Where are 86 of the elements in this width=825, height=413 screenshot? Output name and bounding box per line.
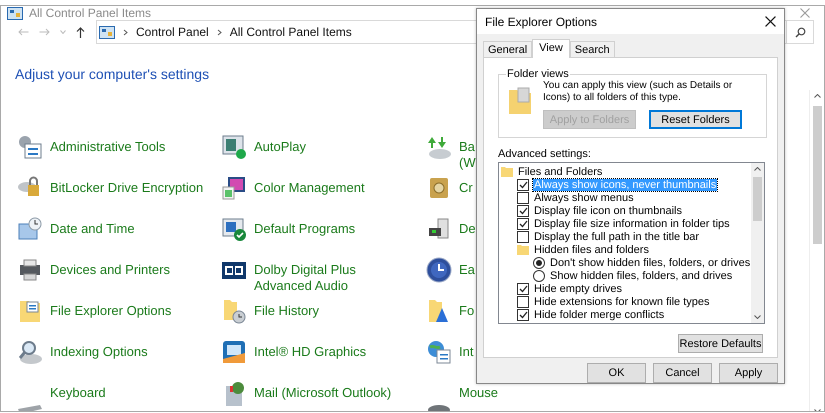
control-panel-link[interactable]: Intel® HD Graphics xyxy=(254,335,366,369)
checkbox[interactable] xyxy=(517,282,529,295)
scrollbar[interactable] xyxy=(809,90,824,411)
control-panel-link[interactable]: Default Programs xyxy=(254,212,356,246)
tree-item[interactable]: Files and Folders xyxy=(517,166,604,178)
scroll-down-icon[interactable] xyxy=(754,315,762,320)
control-panel-link[interactable]: BitLocker Drive Encryption xyxy=(50,171,204,205)
color-monitor-icon xyxy=(221,175,247,201)
folder-list-icon xyxy=(17,298,43,324)
radio-button[interactable] xyxy=(533,270,545,282)
reset-folders-button[interactable]: Reset Folders xyxy=(649,110,742,130)
control-panel-link[interactable]: Keyboard xyxy=(50,376,106,410)
control-panel-link[interactable]: Color Management xyxy=(254,171,365,205)
tree-item[interactable]: Hide folder merge conflicts xyxy=(533,308,666,321)
chevron-icon xyxy=(216,28,222,36)
group-label: Folder views xyxy=(506,68,570,80)
monitor-play-icon xyxy=(221,134,247,160)
folder-clock-icon xyxy=(221,298,247,324)
control-panel-link[interactable]: Fo xyxy=(459,294,474,328)
tree-item[interactable]: Always show icons, never thumbnails xyxy=(533,178,718,191)
tree-item[interactable]: Display file icon on thumbnails xyxy=(533,204,683,217)
dialog-button[interactable]: Apply xyxy=(719,363,778,383)
control-panel-icon xyxy=(7,6,23,20)
dialog-button[interactable]: Cancel xyxy=(653,363,712,383)
magnifier-drive-icon xyxy=(17,339,43,365)
search-button[interactable] xyxy=(787,20,814,44)
search-icon xyxy=(794,26,806,38)
close-icon[interactable] xyxy=(765,16,776,28)
control-panel-link[interactable]: Administrative Tools xyxy=(50,130,166,164)
folder-icon xyxy=(517,244,529,256)
folder-icon xyxy=(501,166,513,178)
tab[interactable]: General xyxy=(483,41,532,58)
scroll-up-icon[interactable] xyxy=(814,94,820,98)
description: You can apply this view (such as Details or Icons) to all folders of this type. xyxy=(543,80,734,104)
control-panel-link[interactable]: File History xyxy=(254,294,320,328)
control-panel-link[interactable]: AutoPlay xyxy=(254,130,306,164)
restore-defaults-button[interactable]: Restore Defaults xyxy=(678,334,763,354)
scrollbar-thumb[interactable] xyxy=(753,177,762,222)
calendar-icon xyxy=(17,216,43,242)
scroll-up-icon[interactable] xyxy=(754,167,762,172)
tree-item[interactable]: Hide extensions for known file types xyxy=(533,296,710,308)
tree-item[interactable]: Show hidden files, folders, and drives xyxy=(549,270,734,282)
radio-button[interactable] xyxy=(533,256,545,269)
control-panel-icon xyxy=(99,26,115,38)
control-panel-link[interactable]: Int xyxy=(459,335,474,369)
control-panel-link[interactable]: File Explorer Options xyxy=(50,294,172,328)
control-panel-link[interactable]: Mail (Microsoft Outlook) xyxy=(254,376,392,410)
tree-item[interactable]: Hidden files and folders xyxy=(533,244,650,256)
checkbox[interactable] xyxy=(517,204,529,217)
control-panel-link[interactable]: Ea xyxy=(459,253,475,287)
tab[interactable]: Search xyxy=(570,41,615,58)
section-label: Advanced settings: xyxy=(498,148,592,160)
tab[interactable]: View xyxy=(532,39,570,58)
control-panel-link[interactable]: Indexing Options xyxy=(50,335,148,369)
checkbox[interactable] xyxy=(517,178,529,191)
chevron-icon xyxy=(123,28,128,36)
folder-icon xyxy=(509,86,531,114)
tree-item[interactable]: Hide empty drives xyxy=(533,282,624,295)
clock-dial-icon xyxy=(426,257,452,283)
scrollbar[interactable] xyxy=(751,163,764,324)
tree-item[interactable]: Don't show hidden files, folders, or drives xyxy=(549,256,752,269)
monitor-check-icon xyxy=(221,216,247,242)
drive-arrows-icon xyxy=(426,134,452,160)
dialog-button[interactable]: OK xyxy=(587,363,646,383)
printer-icon xyxy=(17,257,43,283)
control-panel-link[interactable]: Dolby Digital Plus Advanced Audio xyxy=(254,253,356,294)
up-arrow-icon[interactable] xyxy=(76,26,85,38)
breadcrumb[interactable]: Control Panel xyxy=(136,25,209,39)
scrollbar-thumb[interactable] xyxy=(812,106,822,244)
tree-item[interactable]: Display file size information in folder tips xyxy=(533,218,731,230)
window-title: All Control Panel Items xyxy=(29,6,152,20)
page-heading: Adjust your computer's settings xyxy=(15,66,210,82)
globe-list-icon xyxy=(426,339,452,365)
control-panel-link[interactable]: Devices and Printers xyxy=(50,253,170,287)
control-panel-link[interactable]: Ba (W xyxy=(459,130,476,171)
tree-item[interactable]: Always show menus xyxy=(533,192,635,204)
checkbox[interactable] xyxy=(517,192,529,204)
control-panel-link[interactable]: Date and Time xyxy=(50,212,135,246)
checkbox[interactable] xyxy=(517,218,529,230)
checkbox[interactable] xyxy=(517,230,529,243)
breadcrumb[interactable]: All Control Panel Items xyxy=(230,25,352,39)
control-panel-link[interactable]: De xyxy=(459,212,476,246)
tree-item[interactable]: Display the full path in the title bar xyxy=(533,230,700,243)
checkbox[interactable] xyxy=(517,308,529,321)
control-panel-link[interactable]: Cr xyxy=(459,171,473,205)
checkbox[interactable] xyxy=(517,296,529,308)
